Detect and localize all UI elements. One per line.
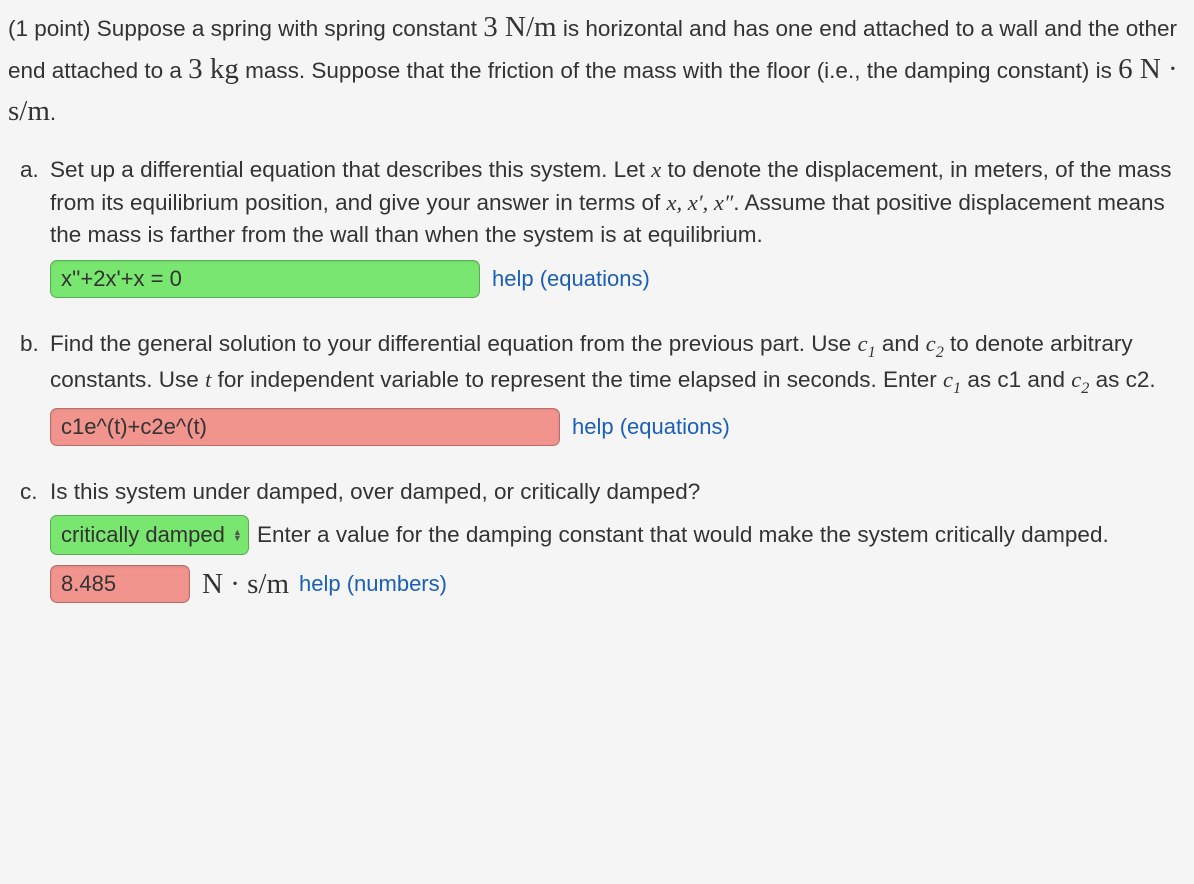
problem-intro: (1 point) Suppose a spring with spring c…	[8, 6, 1186, 132]
part-b-text-2: and	[876, 331, 926, 356]
part-c-help-link[interactable]: help (numbers)	[299, 568, 447, 600]
part-c-answer-input[interactable]	[50, 565, 190, 603]
part-b-text-1: Find the general solution to your differ…	[50, 331, 858, 356]
select-chevron-icon: ▲▼	[233, 529, 242, 541]
part-c: c. Is this system under damped, over dam…	[50, 476, 1186, 605]
var-x: x	[651, 157, 661, 182]
part-a-help-link[interactable]: help (equations)	[492, 263, 650, 295]
part-c-text-1: Is this system under damped, over damped…	[50, 479, 700, 504]
const-c2: c2	[926, 331, 944, 356]
damping-type-selected: critically damped	[61, 519, 225, 551]
part-b-marker: b.	[20, 328, 39, 361]
part-a-marker: a.	[20, 154, 39, 187]
part-a-answer-input[interactable]	[50, 260, 480, 298]
const-c1: c1	[858, 331, 876, 356]
damping-answer-unit: N · s/m	[202, 563, 289, 605]
spring-constant-value: 3	[483, 11, 505, 43]
intro-text-1: Suppose a spring with spring constant	[97, 16, 483, 41]
part-b: b. Find the general solution to your dif…	[50, 328, 1186, 446]
const-c2-b: c2	[1071, 367, 1089, 392]
part-c-text-2: Enter a value for the damping constant t…	[257, 522, 1109, 547]
points-label: (1 point)	[8, 16, 97, 41]
var-x-derivs: x, x′, x″	[667, 190, 734, 215]
damping-type-select[interactable]: critically damped ▲▼	[50, 515, 249, 555]
part-b-answer-input[interactable]	[50, 408, 560, 446]
part-b-text-4: for independent variable to represent th…	[211, 367, 943, 392]
part-b-text-5: as c1 and	[961, 367, 1071, 392]
const-c1-b: c1	[943, 367, 961, 392]
part-b-text-6: as c2.	[1089, 367, 1155, 392]
part-a-text-1: Set up a differential equation that desc…	[50, 157, 651, 182]
part-b-help-link[interactable]: help (equations)	[572, 411, 730, 443]
mass-value: 3	[188, 53, 210, 85]
spring-constant-unit: N/m	[505, 11, 557, 43]
intro-text-3: mass. Suppose that the friction of the m…	[239, 58, 1118, 83]
damping-value: 6	[1118, 53, 1140, 85]
mass-unit: kg	[210, 53, 239, 85]
intro-period: .	[50, 100, 56, 125]
part-a: a. Set up a differential equation that d…	[50, 154, 1186, 298]
part-c-marker: c.	[20, 476, 38, 509]
